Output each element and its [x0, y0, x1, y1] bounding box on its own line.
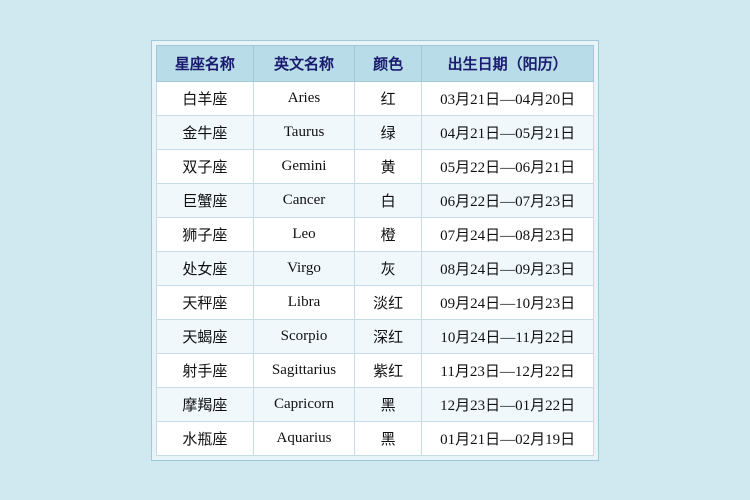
cell-chinese-name: 天蝎座 — [156, 319, 253, 353]
cell-color: 淡红 — [355, 285, 422, 319]
cell-english-name: Aquarius — [253, 421, 354, 455]
table-row: 摩羯座Capricorn黑12月23日—01月22日 — [156, 387, 593, 421]
cell-dates: 10月24日—11月22日 — [422, 319, 594, 353]
cell-chinese-name: 白羊座 — [156, 81, 253, 115]
cell-dates: 04月21日—05月21日 — [422, 115, 594, 149]
header-english-name: 英文名称 — [253, 45, 354, 81]
cell-chinese-name: 摩羯座 — [156, 387, 253, 421]
cell-dates: 03月21日—04月20日 — [422, 81, 594, 115]
table-row: 白羊座Aries红03月21日—04月20日 — [156, 81, 593, 115]
cell-color: 绿 — [355, 115, 422, 149]
cell-english-name: Scorpio — [253, 319, 354, 353]
table-row: 金牛座Taurus绿04月21日—05月21日 — [156, 115, 593, 149]
header-dates: 出生日期（阳历） — [422, 45, 594, 81]
cell-english-name: Leo — [253, 217, 354, 251]
cell-chinese-name: 金牛座 — [156, 115, 253, 149]
table-row: 狮子座Leo橙07月24日—08月23日 — [156, 217, 593, 251]
table-row: 天秤座Libra淡红09月24日—10月23日 — [156, 285, 593, 319]
table-row: 双子座Gemini黄05月22日—06月21日 — [156, 149, 593, 183]
cell-chinese-name: 水瓶座 — [156, 421, 253, 455]
header-chinese-name: 星座名称 — [156, 45, 253, 81]
zodiac-table-container: 星座名称 英文名称 颜色 出生日期（阳历） 白羊座Aries红03月21日—04… — [151, 40, 599, 461]
cell-chinese-name: 射手座 — [156, 353, 253, 387]
cell-english-name: Virgo — [253, 251, 354, 285]
table-row: 水瓶座Aquarius黑01月21日—02月19日 — [156, 421, 593, 455]
cell-color: 深红 — [355, 319, 422, 353]
cell-color: 黑 — [355, 421, 422, 455]
cell-dates: 08月24日—09月23日 — [422, 251, 594, 285]
cell-dates: 12月23日—01月22日 — [422, 387, 594, 421]
zodiac-table: 星座名称 英文名称 颜色 出生日期（阳历） 白羊座Aries红03月21日—04… — [156, 45, 594, 456]
cell-color: 紫红 — [355, 353, 422, 387]
cell-color: 橙 — [355, 217, 422, 251]
cell-chinese-name: 狮子座 — [156, 217, 253, 251]
table-row: 巨蟹座Cancer白06月22日—07月23日 — [156, 183, 593, 217]
cell-chinese-name: 巨蟹座 — [156, 183, 253, 217]
cell-color: 白 — [355, 183, 422, 217]
table-row: 射手座Sagittarius紫红11月23日—12月22日 — [156, 353, 593, 387]
header-color: 颜色 — [355, 45, 422, 81]
cell-english-name: Aries — [253, 81, 354, 115]
cell-dates: 07月24日—08月23日 — [422, 217, 594, 251]
cell-color: 黄 — [355, 149, 422, 183]
cell-english-name: Taurus — [253, 115, 354, 149]
cell-dates: 09月24日—10月23日 — [422, 285, 594, 319]
cell-dates: 06月22日—07月23日 — [422, 183, 594, 217]
cell-dates: 01月21日—02月19日 — [422, 421, 594, 455]
cell-dates: 05月22日—06月21日 — [422, 149, 594, 183]
cell-chinese-name: 处女座 — [156, 251, 253, 285]
cell-color: 黑 — [355, 387, 422, 421]
cell-english-name: Cancer — [253, 183, 354, 217]
table-header-row: 星座名称 英文名称 颜色 出生日期（阳历） — [156, 45, 593, 81]
cell-chinese-name: 双子座 — [156, 149, 253, 183]
cell-dates: 11月23日—12月22日 — [422, 353, 594, 387]
table-row: 处女座Virgo灰08月24日—09月23日 — [156, 251, 593, 285]
table-row: 天蝎座Scorpio深红10月24日—11月22日 — [156, 319, 593, 353]
cell-english-name: Gemini — [253, 149, 354, 183]
cell-color: 红 — [355, 81, 422, 115]
cell-english-name: Libra — [253, 285, 354, 319]
cell-english-name: Capricorn — [253, 387, 354, 421]
cell-color: 灰 — [355, 251, 422, 285]
cell-chinese-name: 天秤座 — [156, 285, 253, 319]
cell-english-name: Sagittarius — [253, 353, 354, 387]
table-body: 白羊座Aries红03月21日—04月20日金牛座Taurus绿04月21日—0… — [156, 81, 593, 455]
